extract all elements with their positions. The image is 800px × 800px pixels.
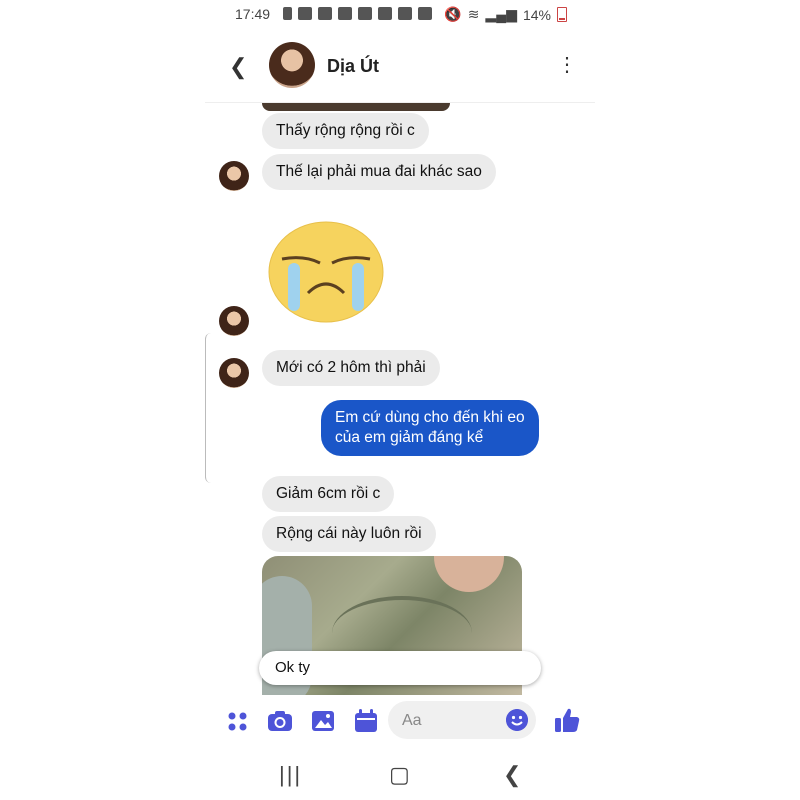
battery-icon xyxy=(557,7,567,22)
message-bubble[interactable]: Rộng cái này luôn rồi xyxy=(262,516,436,552)
my-message-bubble[interactable]: Em cứ dùng cho đến khi eo của em giảm đá… xyxy=(321,400,539,456)
message-bubble[interactable]: Giảm 6cm rồi c xyxy=(262,476,395,512)
message-list[interactable]: Thấy rộng rộng rồi c Thế lại phải mua đa… xyxy=(205,103,595,695)
message-composer xyxy=(205,696,595,746)
zalo-icon xyxy=(378,7,392,20)
contact-avatar[interactable] xyxy=(269,42,315,88)
status-right: 🔇 ≋ ▂▄▆ 14% xyxy=(444,6,567,23)
sender-avatar xyxy=(219,358,249,388)
notification-icon xyxy=(298,7,312,20)
previous-image-message[interactable] xyxy=(262,103,450,111)
zalo-icon xyxy=(398,7,412,20)
back-arrow-icon[interactable]: ❮ xyxy=(229,54,247,80)
message-bubble[interactable]: Mới có 2 hôm thì phải xyxy=(262,350,440,386)
wifi-icon: ≋ xyxy=(467,6,480,22)
home-icon[interactable]: ▢ xyxy=(389,762,410,788)
conversation-header: ❮ Dịa Út ⋮ xyxy=(205,36,595,103)
android-navigation-bar: ||| ▢ ❮ xyxy=(205,752,595,800)
gallery-icon[interactable] xyxy=(310,708,336,734)
zalo-icon xyxy=(418,7,432,20)
emoji-icon[interactable] xyxy=(506,709,528,731)
notification-icons xyxy=(283,7,432,20)
image-notification-icon xyxy=(318,7,332,20)
like-thumbs-up-icon[interactable] xyxy=(553,706,581,734)
calendar-icon[interactable] xyxy=(353,708,379,734)
recent-apps-icon[interactable]: ||| xyxy=(279,762,302,788)
camera-icon[interactable] xyxy=(267,708,293,734)
contact-name[interactable]: Dịa Út xyxy=(327,56,379,77)
battery-percent: 14% xyxy=(522,6,551,23)
sender-avatar xyxy=(219,306,249,336)
signal-icon: ▂▄▆ xyxy=(485,6,517,22)
apps-grid-icon[interactable] xyxy=(225,708,251,734)
sender-avatar xyxy=(219,161,249,191)
message-bubble[interactable]: Thế lại phải mua đai khác sao xyxy=(262,154,496,190)
zalo-icon xyxy=(338,7,352,20)
battery-alert-icon xyxy=(283,7,292,20)
thread-marker xyxy=(205,333,212,483)
status-time: 17:49 xyxy=(235,6,271,22)
back-nav-icon[interactable]: ❮ xyxy=(503,762,521,788)
message-bubble[interactable]: Thấy rộng rộng rồi c xyxy=(262,113,429,149)
crying-face-sticker[interactable] xyxy=(268,221,384,323)
mute-icon: 🔇 xyxy=(444,6,462,22)
status-bar: 17:49 🔇 ≋ ▂▄▆ 14% xyxy=(205,0,595,28)
quick-reply-suggestion[interactable]: Ok ty xyxy=(259,651,541,685)
messenger-screen: 17:49 🔇 ≋ ▂▄▆ 14% ❮ Dịa Út ⋮ Thấy rộng r… xyxy=(205,0,595,800)
message-input-container xyxy=(388,701,536,741)
photo-content xyxy=(434,556,504,592)
zalo-icon xyxy=(358,7,372,20)
more-options-icon[interactable]: ⋮ xyxy=(557,52,577,77)
message-input[interactable] xyxy=(388,701,504,741)
